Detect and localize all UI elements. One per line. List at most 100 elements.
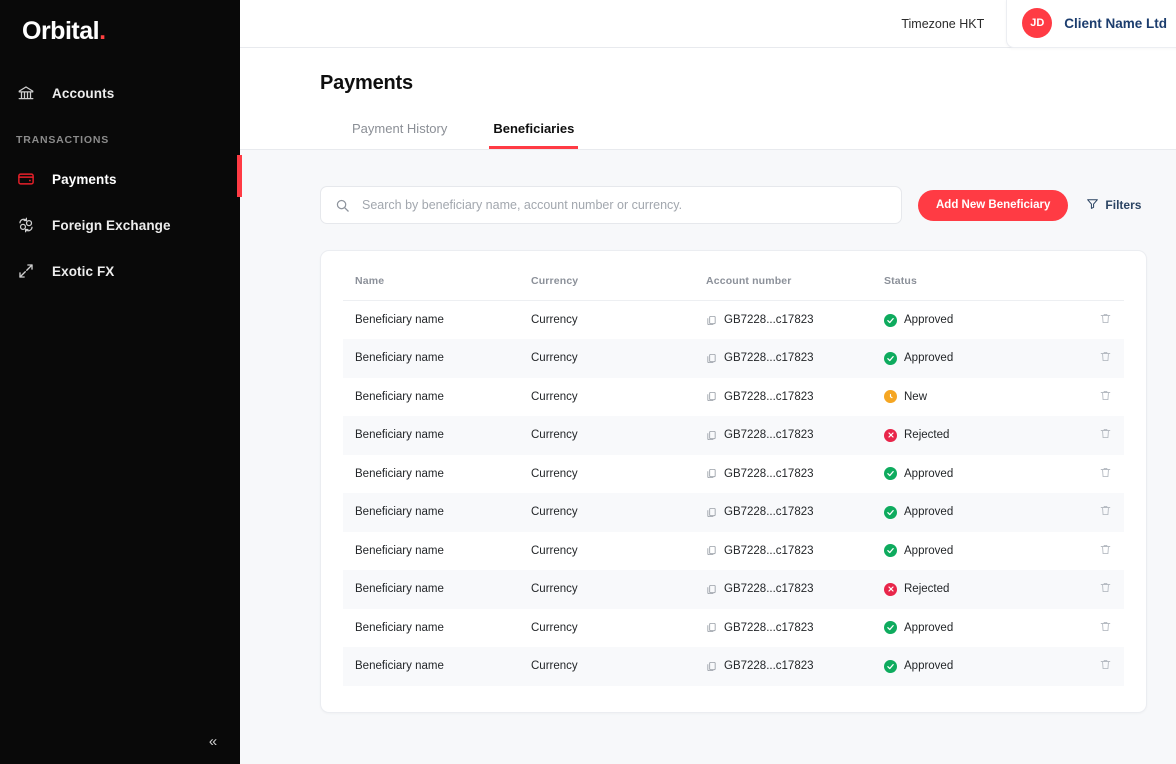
beneficiaries-table: Name Currency Account number Status Bene… — [343, 269, 1124, 686]
table-row[interactable]: Beneficiary name Currency GB7228...c17823 A… — [343, 609, 1124, 648]
copy-icon[interactable] — [706, 622, 717, 633]
copy-icon[interactable] — [706, 430, 717, 441]
client-selector[interactable]: JD Client Name Ltd — [1006, 0, 1176, 48]
cell-currency: Currency — [531, 352, 578, 365]
table-row[interactable]: Beneficiary name Currency GB7228...c17823 A… — [343, 493, 1124, 532]
sidebar-section-transactions: TRANSACTIONS — [16, 134, 110, 146]
status-badge: Approved — [884, 659, 1064, 673]
page-title: Payments — [320, 72, 413, 94]
cell-account-number: GB7228...c17823 — [724, 467, 814, 480]
brand-name: Orbital — [22, 16, 100, 45]
sidebar-item-exotic-fx[interactable]: Exotic FX — [0, 248, 240, 294]
cell-account-number: GB7228...c17823 — [724, 621, 814, 634]
add-new-beneficiary-button[interactable]: Add New Beneficiary — [918, 189, 1069, 221]
filters-button[interactable]: Filters — [1086, 197, 1141, 213]
status-label: Approved — [904, 314, 954, 326]
cell-account-number: GB7228...c17823 — [724, 544, 814, 557]
sidebar-item-foreign-exchange[interactable]: Foreign Exchange — [0, 202, 240, 248]
cell-beneficiary-name: Beneficiary name — [355, 660, 444, 673]
copy-icon[interactable] — [706, 353, 717, 364]
delete-beneficiary-icon[interactable] — [1099, 312, 1112, 325]
cell-account-number: GB7228...c17823 — [724, 352, 814, 365]
status-badge: Rejected — [884, 582, 1064, 596]
table-row[interactable]: Beneficiary name Currency GB7228...c17823 R… — [343, 570, 1124, 609]
status-badge: Approved — [884, 544, 1064, 558]
table-row[interactable]: Beneficiary name Currency GB7228...c17823 A… — [343, 647, 1124, 686]
copy-icon[interactable] — [706, 507, 717, 518]
table-row[interactable]: Beneficiary name Currency GB7228...c17823 A… — [343, 339, 1124, 378]
page-header: Payments Payment History Beneficiaries — [240, 48, 1176, 149]
filter-funnel-icon — [1086, 197, 1105, 213]
filters-label: Filters — [1105, 198, 1142, 212]
table-body: Beneficiary name Currency GB7228...c17823 A… — [343, 301, 1124, 686]
chevron-down-icon — [1167, 16, 1176, 30]
cell-beneficiary-name: Beneficiary name — [355, 467, 444, 480]
sidebar-item-payments[interactable]: Payments — [0, 156, 240, 202]
status-approved-icon — [884, 313, 897, 327]
cell-beneficiary-name: Beneficiary name — [355, 314, 444, 326]
status-approved-icon — [884, 659, 897, 673]
content-area: Add New Beneficiary Filters Name Currenc… — [240, 150, 1176, 764]
sidebar-item-label: Accounts — [52, 85, 115, 101]
cell-beneficiary-name: Beneficiary name — [355, 506, 444, 519]
status-label: Approved — [904, 660, 954, 673]
tab-beneficiaries[interactable]: Beneficiaries — [489, 121, 579, 149]
copy-icon[interactable] — [706, 661, 717, 672]
delete-beneficiary-icon[interactable] — [1099, 504, 1112, 517]
beneficiaries-table-card: Name Currency Account number Status Bene… — [320, 250, 1147, 713]
delete-beneficiary-icon[interactable] — [1099, 466, 1112, 479]
column-header-account-number: Account number — [706, 269, 884, 301]
cell-account-number: GB7228...c17823 — [724, 506, 814, 519]
exchange-icon — [16, 215, 36, 235]
search-input[interactable] — [362, 198, 887, 212]
sidebar-item-accounts[interactable]: Accounts — [0, 70, 240, 116]
cell-currency: Currency — [531, 429, 578, 442]
table-row[interactable]: Beneficiary name Currency GB7228...c17823 N… — [343, 378, 1124, 417]
cell-currency: Currency — [531, 314, 578, 326]
sidebar-item-label: Payments — [52, 171, 117, 187]
brand-logo[interactable]: Orbital. — [0, 0, 240, 48]
copy-icon[interactable] — [706, 584, 717, 595]
cell-beneficiary-name: Beneficiary name — [355, 621, 444, 634]
copy-icon[interactable] — [706, 468, 717, 479]
status-approved-icon — [884, 467, 897, 481]
status-approved-icon — [884, 621, 897, 635]
bank-icon — [16, 83, 36, 103]
status-label: Approved — [904, 467, 954, 480]
copy-icon[interactable] — [706, 315, 717, 326]
status-rejected-icon — [884, 428, 897, 442]
table-row[interactable]: Beneficiary name Currency GB7228...c17823 R… — [343, 416, 1124, 455]
delete-beneficiary-icon[interactable] — [1099, 620, 1112, 633]
column-header-actions — [1064, 269, 1124, 301]
table-header-row: Name Currency Account number Status — [343, 269, 1124, 301]
delete-beneficiary-icon[interactable] — [1099, 581, 1112, 594]
sidebar-item-label: Foreign Exchange — [52, 217, 171, 233]
search-box[interactable] — [320, 186, 902, 224]
cell-beneficiary-name: Beneficiary name — [355, 390, 444, 403]
timezone-label: Timezone HKT — [901, 16, 985, 31]
table-row[interactable]: Beneficiary name Currency GB7228...c17823 A… — [343, 455, 1124, 494]
table-row[interactable]: Beneficiary name Currency GB7228...c17823 A… — [343, 301, 1124, 340]
status-label: Approved — [904, 352, 954, 365]
status-approved-icon — [884, 544, 897, 558]
cell-currency: Currency — [531, 544, 578, 557]
sidebar: Orbital. Accounts TRANSACTIONS Payments … — [0, 0, 240, 764]
status-badge: Approved — [884, 313, 1064, 327]
tab-payment-history[interactable]: Payment History — [348, 121, 451, 149]
cell-account-number: GB7228...c17823 — [724, 660, 814, 673]
copy-icon[interactable] — [706, 545, 717, 556]
status-rejected-icon — [884, 582, 897, 596]
cell-account-number: GB7228...c17823 — [724, 429, 814, 442]
copy-icon[interactable] — [706, 391, 717, 402]
delete-beneficiary-icon[interactable] — [1099, 389, 1112, 402]
sidebar-collapse-button[interactable]: « — [196, 724, 230, 758]
delete-beneficiary-icon[interactable] — [1099, 427, 1112, 440]
delete-beneficiary-icon[interactable] — [1099, 543, 1112, 556]
delete-beneficiary-icon[interactable] — [1099, 658, 1112, 671]
delete-beneficiary-icon[interactable] — [1099, 350, 1112, 363]
status-badge: Rejected — [884, 428, 1064, 442]
cell-currency: Currency — [531, 660, 578, 673]
status-badge: Approved — [884, 505, 1064, 519]
toolbar: Add New Beneficiary Filters — [320, 186, 1147, 224]
table-row[interactable]: Beneficiary name Currency GB7228...c17823 A… — [343, 532, 1124, 571]
